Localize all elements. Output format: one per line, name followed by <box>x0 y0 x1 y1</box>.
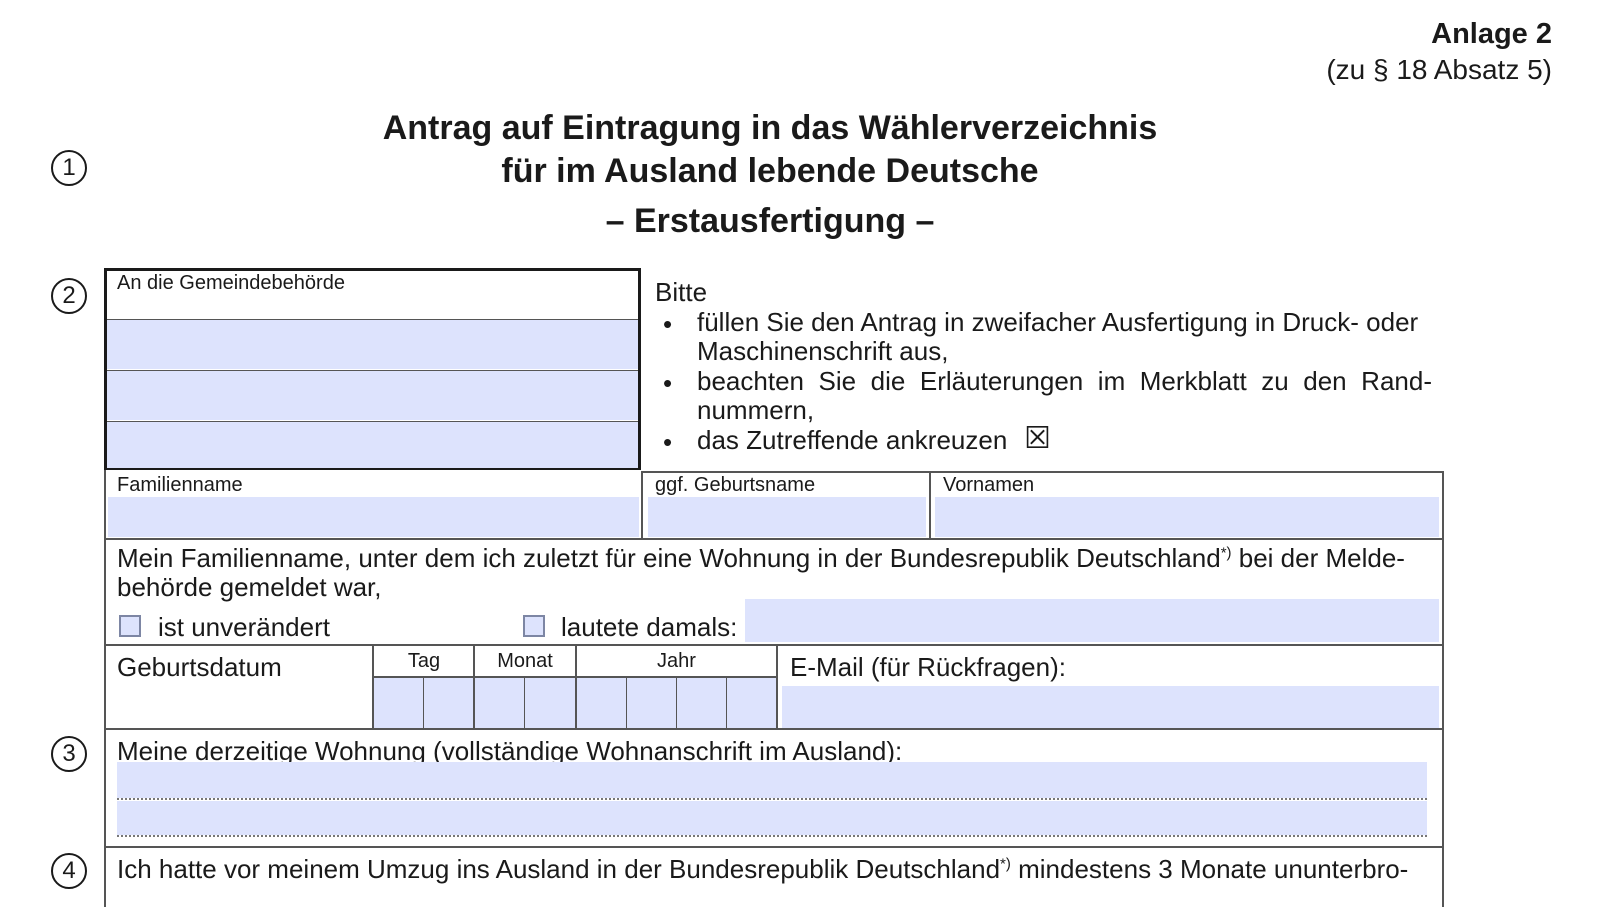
section-4-text-start: Ich hatte vor meinem Umzug ins Ausland i… <box>117 854 1001 884</box>
month-label: Monat <box>497 650 553 672</box>
authority-address-line-2[interactable] <box>107 371 638 420</box>
former-name-field[interactable] <box>745 599 1439 642</box>
previous-name-text-line1: Mein Familienname, unter dem ich zuletzt… <box>117 543 1405 574</box>
form-top-border <box>641 471 1444 473</box>
residence-row-bottom <box>104 846 1444 848</box>
birth-date-label: Geburtsdatum <box>117 652 282 682</box>
name-divider-1 <box>641 471 643 539</box>
birth-name-label: ggf. Geburtsname <box>655 474 816 496</box>
residence-field-line-1[interactable] <box>117 762 1427 798</box>
birth-digit-divider-3 <box>626 678 627 728</box>
section-4-text: Ich hatte vor meinem Umzug ins Ausland i… <box>117 854 1408 885</box>
authority-divider-1 <box>107 319 638 320</box>
form-right-border <box>1442 471 1444 907</box>
residence-dotted-line-2 <box>117 835 1427 837</box>
residence-field-line-2[interactable] <box>117 801 1427 835</box>
instruction-3: das Zutreffende ankreuzen <box>697 425 1008 455</box>
family-name-label: Familienname <box>117 474 243 496</box>
email-field[interactable] <box>782 686 1439 728</box>
instruction-bullet-3: • <box>663 427 673 457</box>
email-label: E-Mail (für Rückfragen): <box>790 652 1066 682</box>
instruction-1-line1: füllen Sie den Antrag in zweifacher Ausf… <box>697 307 1419 337</box>
authority-divider-2 <box>107 370 638 371</box>
first-names-label: Vornamen <box>943 474 1035 496</box>
name-row-bottom <box>104 538 1444 540</box>
birth-name-field[interactable] <box>648 497 926 537</box>
instruction-bullet-1: • <box>663 309 673 339</box>
instruction-bullet-2: • <box>663 368 673 398</box>
birth-digit-divider-1 <box>423 678 424 728</box>
annex-reference: (zu § 18 Absatz 5) <box>1326 54 1552 85</box>
authority-address-line-1[interactable] <box>107 320 638 369</box>
birth-row-bottom <box>104 728 1444 730</box>
form-title-line2: für im Ausland lebende Deutsche <box>501 152 1039 190</box>
authority-label: An die Gemeindebehörde <box>117 272 345 294</box>
former-name-label: lautete damals: <box>561 612 738 642</box>
unchanged-label: ist unverändert <box>158 612 330 642</box>
residence-dotted-line-1 <box>117 798 1427 800</box>
name-divider-2 <box>929 471 931 539</box>
instruction-2-line2: nummern, <box>697 395 815 425</box>
day-label: Tag <box>407 650 441 672</box>
birth-digit-divider-4 <box>676 678 677 728</box>
previous-name-text: Mein Familienname, unter dem ich zuletzt… <box>117 543 1221 573</box>
margin-number-3: 3 <box>51 736 87 772</box>
section-4-footnote-marker: *) <box>1000 855 1011 873</box>
first-names-field[interactable] <box>935 497 1439 537</box>
margin-number-2: 2 <box>51 278 87 314</box>
authority-address-line-3[interactable] <box>107 422 638 468</box>
form-title-line1: Antrag auf Eintragung in das Wählerverze… <box>382 109 1158 147</box>
form-left-border <box>104 470 106 907</box>
form-title-line3: – Erstausfertigung – <box>605 202 935 240</box>
section-4-text-end: mindestens 3 Monate ununterbro- <box>1010 854 1409 884</box>
footnote-marker: *) <box>1220 544 1232 562</box>
former-name-checkbox[interactable] <box>523 615 545 637</box>
birth-right-divider <box>776 645 778 729</box>
instruction-1-line2: Maschinenschrift aus, <box>697 336 949 366</box>
instruction-2-line1: beachten Sie die Erläuterungen im Merkbl… <box>697 366 1432 396</box>
checked-box-icon: ☒ <box>1024 421 1051 456</box>
year-label: Jahr <box>657 650 696 672</box>
previous-name-text-end: bei der Melde- <box>1231 543 1405 573</box>
instructions-intro: Bitte <box>655 277 708 307</box>
annex-label: Anlage 2 <box>1431 18 1552 50</box>
unchanged-checkbox[interactable] <box>119 615 141 637</box>
authority-divider-3 <box>107 421 638 422</box>
margin-number-4: 4 <box>51 853 87 889</box>
previous-name-text-line2: behörde gemeldet war, <box>117 572 382 602</box>
previous-name-bottom <box>104 644 1444 646</box>
birth-digit-divider-month-year <box>575 678 577 728</box>
margin-number-1: 1 <box>51 150 87 186</box>
birth-digit-divider-5 <box>726 678 727 728</box>
family-name-field[interactable] <box>108 497 639 537</box>
birth-digit-divider-2 <box>524 678 525 728</box>
birth-digit-divider-day-month <box>473 678 475 728</box>
